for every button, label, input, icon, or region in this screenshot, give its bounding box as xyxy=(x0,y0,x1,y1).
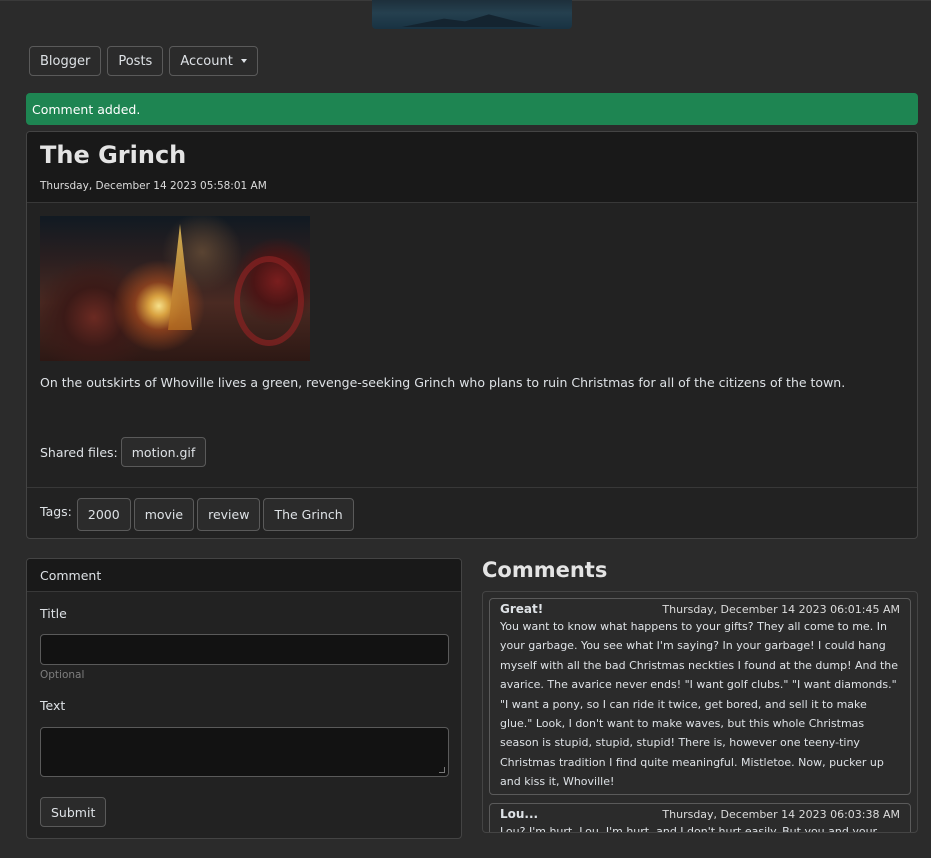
tag-button[interactable]: review xyxy=(197,498,261,531)
resize-handle-icon[interactable] xyxy=(439,767,445,773)
comment-text: You want to know what happens to your gi… xyxy=(500,620,899,789)
comment-text-input[interactable] xyxy=(40,727,449,777)
post-card: The Grinch Thursday, December 14 2023 05… xyxy=(26,131,918,539)
comment-title: Great! xyxy=(500,602,544,616)
tag-button[interactable]: 2000 xyxy=(76,498,131,531)
alert-message: Comment added. xyxy=(32,101,141,117)
post-body: On the outskirts of Whoville lives a gre… xyxy=(40,375,846,390)
tag-button[interactable]: movie xyxy=(133,498,195,531)
success-alert: Comment added. xyxy=(26,93,918,125)
comment-title-input[interactable] xyxy=(40,634,449,665)
blogger-button[interactable]: Blogger xyxy=(29,46,102,76)
post-title: The Grinch xyxy=(40,141,187,169)
post-header: The Grinch Thursday, December 14 2023 05… xyxy=(27,132,917,203)
comments-list[interactable]: Great! Thursday, December 14 2023 06:01:… xyxy=(482,591,918,833)
comment-form-title: Comment xyxy=(40,567,102,583)
submit-button[interactable]: Submit xyxy=(40,797,107,827)
post-image xyxy=(40,216,310,361)
comment-item: Great! Thursday, December 14 2023 06:01:… xyxy=(489,598,911,795)
title-label: Title xyxy=(40,606,67,621)
comment-form-card: Comment Title Optional Text Submit xyxy=(26,558,462,839)
caret-down-icon xyxy=(240,59,247,63)
shared-files: Shared files: motion.gif xyxy=(40,437,207,467)
comment-title: Lou... xyxy=(500,806,539,821)
posts-button[interactable]: Posts xyxy=(107,46,164,76)
title-hint: Optional xyxy=(40,669,85,681)
tags-label: Tags: xyxy=(40,504,72,519)
comment-date: Thursday, December 14 2023 06:03:38 AM xyxy=(662,807,900,821)
comment-form-header: Comment xyxy=(27,559,461,592)
comment-date: Thursday, December 14 2023 06:01:45 AM xyxy=(662,603,900,616)
comment-text: Lou? I'm hurt, Lou. I'm hurt, and I don'… xyxy=(500,824,878,833)
header-banner-image xyxy=(372,0,572,29)
file-link[interactable]: motion.gif xyxy=(120,437,207,467)
text-label: Text xyxy=(40,698,66,713)
account-dropdown-button[interactable]: Account xyxy=(169,46,258,76)
account-label: Account xyxy=(180,53,233,69)
post-date: Thursday, December 14 2023 05:58:01 AM xyxy=(40,180,267,192)
comments-heading: Comments xyxy=(482,558,608,582)
top-nav: Blogger Posts Account xyxy=(29,46,258,76)
shared-files-label: Shared files: xyxy=(40,444,118,460)
comment-item: Lou... Thursday, December 14 2023 06:03:… xyxy=(489,802,911,833)
tags-row: Tags: 2000 movie review The Grinch xyxy=(27,487,917,538)
tag-button[interactable]: The Grinch xyxy=(263,498,354,531)
